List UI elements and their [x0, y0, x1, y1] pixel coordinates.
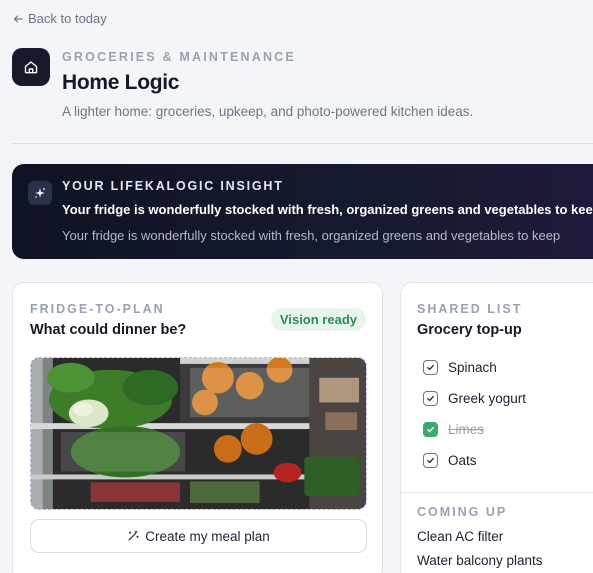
check-icon: [427, 364, 434, 371]
create-meal-plan-button[interactable]: Create my meal plan: [30, 519, 367, 553]
list-item-label: Spinach: [448, 360, 497, 375]
page-eyebrow: GROCERIES & MAINTENANCE: [62, 50, 296, 64]
check-icon: [427, 457, 434, 464]
checkbox[interactable]: [423, 453, 438, 468]
list-item-label: Limes: [448, 422, 485, 437]
vision-ready-badge: Vision ready: [270, 308, 366, 331]
arrow-left-icon: [13, 14, 23, 23]
list-item: Greek yogurt: [423, 391, 526, 406]
insight-headline: Your fridge is wonderfully stocked with …: [62, 202, 593, 217]
sparkle-icon: [28, 181, 52, 205]
list-divider: [401, 492, 593, 493]
list-item: Limes: [423, 422, 484, 437]
upcoming-item: Clean AC filter: [417, 529, 504, 544]
create-meal-plan-label: Create my meal plan: [145, 528, 270, 544]
coming-up-eyebrow: COMING UP: [417, 505, 508, 519]
home-icon: [12, 48, 50, 86]
insight-banner: YOUR LIFEKALOGIC INSIGHT Your fridge is …: [12, 164, 593, 259]
back-link-label: Back to today: [28, 11, 107, 26]
page-subtitle: A lighter home: groceries, upkeep, and p…: [62, 104, 474, 119]
list-item: Oats: [423, 453, 477, 468]
checkbox[interactable]: [423, 360, 438, 375]
shared-list-title: Grocery top-up: [417, 322, 522, 338]
header-divider: [12, 143, 593, 144]
magic-wand-icon: [128, 530, 139, 541]
insight-label: YOUR LIFEKALOGIC INSIGHT: [62, 179, 284, 193]
checkbox[interactable]: [423, 391, 438, 406]
list-item-label: Oats: [448, 453, 477, 468]
fridge-title: What could dinner be?: [30, 322, 187, 338]
check-icon: [427, 395, 434, 402]
upcoming-item: Water balcony plants: [417, 553, 543, 568]
page-title: Home Logic: [62, 71, 180, 94]
fridge-photo[interactable]: [30, 357, 367, 510]
fridge-to-plan-card: FRIDGE-TO-PLAN What could dinner be? Vis…: [12, 282, 383, 573]
fridge-eyebrow: FRIDGE-TO-PLAN: [30, 302, 165, 316]
insight-body: Your fridge is wonderfully stocked with …: [62, 228, 561, 243]
shared-list-eyebrow: SHARED LIST: [417, 302, 523, 316]
list-item-label: Greek yogurt: [448, 391, 527, 406]
shared-list-card: SHARED LIST Grocery top-up Spinach Greek…: [400, 282, 593, 573]
back-to-today-link[interactable]: Back to today: [13, 11, 107, 26]
checkbox[interactable]: [423, 422, 438, 437]
list-item: Spinach: [423, 360, 497, 375]
check-icon: [427, 426, 434, 433]
